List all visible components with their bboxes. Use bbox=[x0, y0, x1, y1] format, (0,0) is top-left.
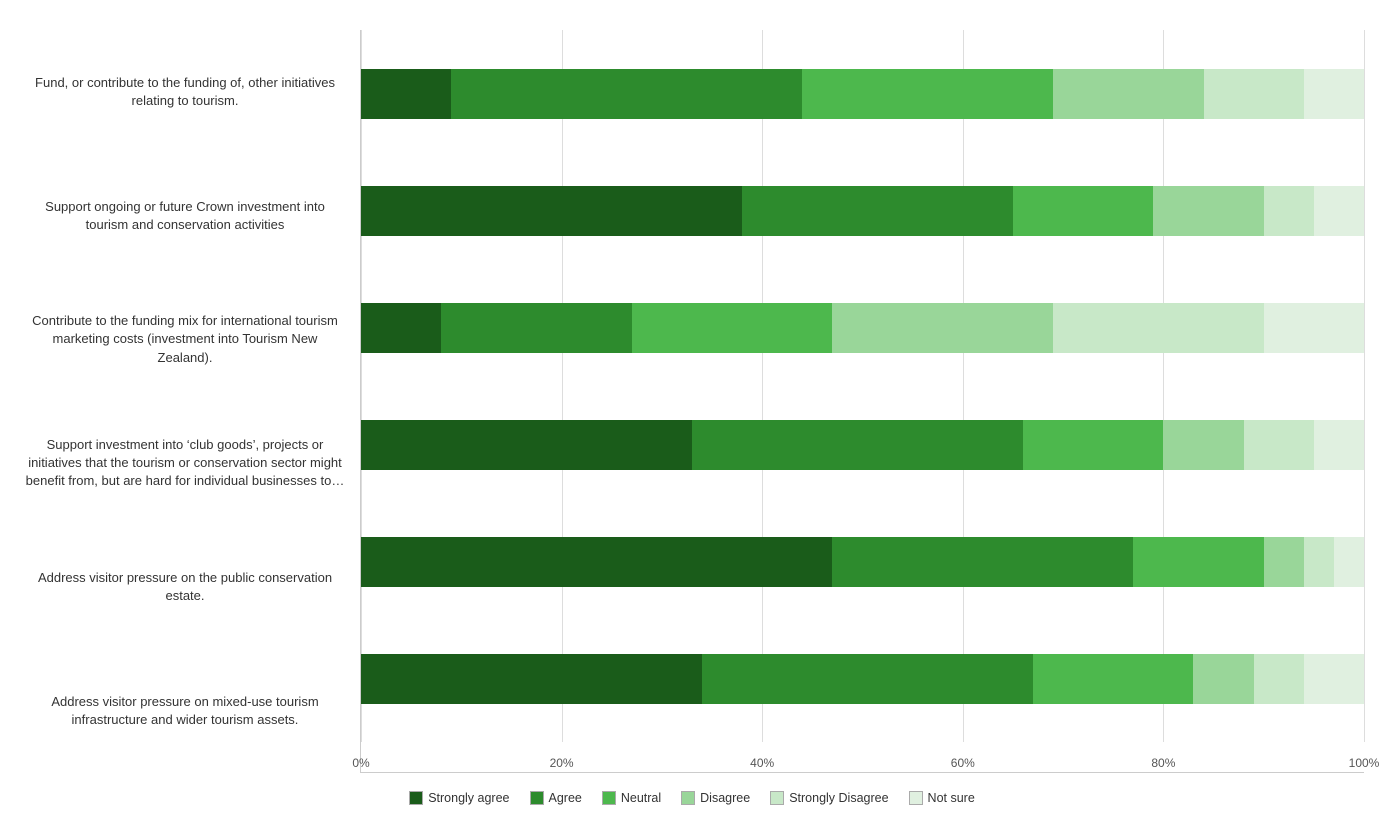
legend-item-strongly_disagree: Strongly Disagree bbox=[770, 791, 888, 805]
legend-label-strongly_disagree: Strongly Disagree bbox=[789, 791, 888, 805]
legend-swatch-disagree bbox=[681, 791, 695, 805]
bar-segment-neutral bbox=[1033, 654, 1193, 704]
x-tick-5: 100% bbox=[1349, 756, 1380, 770]
bar-segment-strongly_agree bbox=[361, 420, 692, 470]
bar-segment-strongly_disagree bbox=[1304, 537, 1334, 587]
legend-swatch-not_sure bbox=[909, 791, 923, 805]
bar-segment-neutral bbox=[1023, 420, 1163, 470]
bars-column: 0%20%40%60%80%100% bbox=[360, 30, 1364, 773]
bar-label-1: Support ongoing or future Crown investme… bbox=[20, 154, 350, 278]
bar-row-1 bbox=[361, 186, 1364, 236]
bar-segment-not_sure bbox=[1304, 69, 1364, 119]
legend-item-not_sure: Not sure bbox=[909, 791, 975, 805]
bar-segment-not_sure bbox=[1304, 654, 1364, 704]
bar-label-5: Address visitor pressure on mixed-use to… bbox=[20, 649, 350, 773]
bar-segment-neutral bbox=[632, 303, 833, 353]
x-tick-1: 20% bbox=[550, 756, 574, 770]
bar-segment-agree bbox=[692, 420, 1023, 470]
grid-line bbox=[1364, 30, 1365, 742]
bar-segment-agree bbox=[451, 69, 802, 119]
bar-row-3 bbox=[361, 420, 1364, 470]
bar-segment-strongly_agree bbox=[361, 303, 441, 353]
bar-label-0: Fund, or contribute to the funding of, o… bbox=[20, 30, 350, 154]
legend-swatch-strongly_agree bbox=[409, 791, 423, 805]
bar-row-4 bbox=[361, 537, 1364, 587]
bar-segment-disagree bbox=[1153, 186, 1263, 236]
bar-segment-strongly_disagree bbox=[1264, 186, 1314, 236]
bar-row-0 bbox=[361, 69, 1364, 119]
chart-container: Fund, or contribute to the funding of, o… bbox=[0, 0, 1384, 830]
bar-segment-neutral bbox=[1013, 186, 1153, 236]
bar-segment-agree bbox=[702, 654, 1033, 704]
legend-label-not_sure: Not sure bbox=[928, 791, 975, 805]
legend-item-agree: Agree bbox=[530, 791, 582, 805]
x-tick-0: 0% bbox=[352, 756, 369, 770]
x-tick-3: 60% bbox=[951, 756, 975, 770]
bar-segment-strongly_disagree bbox=[1204, 69, 1304, 119]
bars-wrapper bbox=[361, 30, 1364, 742]
bar-segment-not_sure bbox=[1314, 420, 1364, 470]
legend-label-neutral: Neutral bbox=[621, 791, 661, 805]
chart-area: Fund, or contribute to the funding of, o… bbox=[20, 30, 1364, 773]
bar-segment-agree bbox=[441, 303, 632, 353]
bar-segment-not_sure bbox=[1264, 303, 1364, 353]
bar-segment-disagree bbox=[1163, 420, 1243, 470]
bar-label-2: Contribute to the funding mix for intern… bbox=[20, 278, 350, 402]
bar-segment-strongly_agree bbox=[361, 537, 832, 587]
bar-segment-strongly_agree bbox=[361, 69, 451, 119]
legend-swatch-strongly_disagree bbox=[770, 791, 784, 805]
legend-label-strongly_agree: Strongly agree bbox=[428, 791, 509, 805]
bar-segment-not_sure bbox=[1314, 186, 1364, 236]
bar-segment-neutral bbox=[1133, 537, 1263, 587]
legend-item-strongly_agree: Strongly agree bbox=[409, 791, 509, 805]
legend-label-disagree: Disagree bbox=[700, 791, 750, 805]
labels-column: Fund, or contribute to the funding of, o… bbox=[20, 30, 360, 773]
bar-segment-neutral bbox=[802, 69, 1053, 119]
bar-segment-not_sure bbox=[1334, 537, 1364, 587]
bar-segment-strongly_agree bbox=[361, 654, 702, 704]
legend-swatch-agree bbox=[530, 791, 544, 805]
bar-row-5 bbox=[361, 654, 1364, 704]
bar-segment-disagree bbox=[1264, 537, 1304, 587]
legend-item-disagree: Disagree bbox=[681, 791, 750, 805]
bar-segment-strongly_disagree bbox=[1254, 654, 1304, 704]
bar-segment-disagree bbox=[832, 303, 1053, 353]
legend-swatch-neutral bbox=[602, 791, 616, 805]
x-axis: 0%20%40%60%80%100% bbox=[361, 742, 1364, 772]
bar-segment-disagree bbox=[1053, 69, 1203, 119]
bar-segment-strongly_disagree bbox=[1244, 420, 1314, 470]
bar-segment-agree bbox=[742, 186, 1013, 236]
x-tick-2: 40% bbox=[750, 756, 774, 770]
bar-label-4: Address visitor pressure on the public c… bbox=[20, 525, 350, 649]
bar-label-3: Support investment into ‘club goods’, pr… bbox=[20, 401, 350, 525]
x-tick-4: 80% bbox=[1151, 756, 1175, 770]
legend-item-neutral: Neutral bbox=[602, 791, 661, 805]
bar-segment-agree bbox=[832, 537, 1133, 587]
bar-row-2 bbox=[361, 303, 1364, 353]
legend-label-agree: Agree bbox=[549, 791, 582, 805]
bar-segment-disagree bbox=[1193, 654, 1253, 704]
legend: Strongly agree Agree Neutral Disagree Strong… bbox=[20, 773, 1364, 810]
bar-segment-strongly_agree bbox=[361, 186, 742, 236]
bar-segment-strongly_disagree bbox=[1053, 303, 1264, 353]
